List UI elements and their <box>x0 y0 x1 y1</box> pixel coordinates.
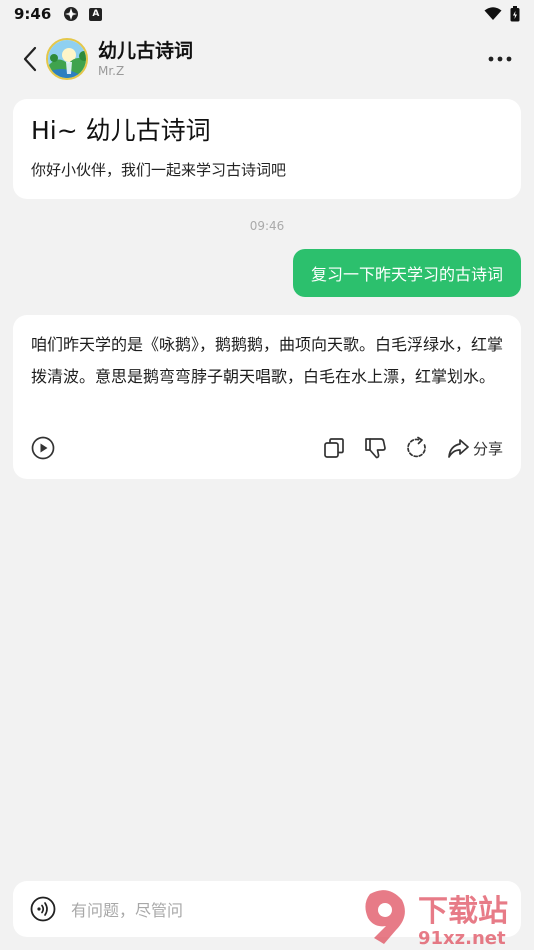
bot-avatar[interactable] <box>46 38 88 80</box>
app-notification-icon <box>64 7 79 21</box>
refresh-icon <box>407 436 426 458</box>
voice-input-button[interactable] <box>29 895 57 923</box>
watermark-brand: 下载站 <box>418 894 508 929</box>
welcome-card: Hi~ 幼儿古诗词 你好小伙伴，我们一起来学习古诗词吧 <box>13 99 521 199</box>
share-icon <box>448 439 469 458</box>
wifi-icon <box>484 7 502 20</box>
message-timestamp: 09:46 <box>249 219 285 233</box>
welcome-greeting: Hi~ 幼儿古诗词 <box>31 116 211 145</box>
status-time: 9:46 <box>14 5 52 23</box>
share-label: 分享 <box>472 439 503 458</box>
battery-icon <box>510 6 520 22</box>
share-button[interactable]: 分享 <box>447 433 503 463</box>
answer-text[interactable]: 咱们昨天学的是《咏鹅》，鹅鹅鹅，曲项向天歌。白毛浮绿水，红掌拨清波。意思是鹅弯弯… <box>31 329 503 393</box>
copy-icon <box>324 438 344 458</box>
chat-title: 幼儿古诗词 <box>98 40 194 62</box>
dislike-button[interactable] <box>363 433 387 463</box>
site-watermark: 下载站 91xz.net <box>360 886 530 949</box>
answer-actions: 分享 <box>31 433 503 463</box>
voice-icon <box>30 896 56 922</box>
play-audio-button[interactable] <box>31 433 55 463</box>
chat-header: 幼儿古诗词 Mr.Z <box>0 28 534 90</box>
more-options-button[interactable] <box>484 43 516 75</box>
copy-button[interactable] <box>323 433 345 463</box>
watermark-logo-icon: 下载站 91xz.net <box>365 890 508 949</box>
welcome-subtext: 你好小伙伴，我们一起来学习古诗词吧 <box>31 161 287 179</box>
message-input-placeholder[interactable]: 有问题，尽管问 <box>71 897 183 921</box>
play-circle-icon <box>31 436 55 460</box>
user-message-bubble[interactable]: 复习一下昨天学习的古诗词 <box>292 249 521 297</box>
a-badge-icon: A <box>89 7 103 21</box>
watermark-domain: 91xz.net <box>418 928 506 948</box>
landscape-avatar-icon <box>48 40 86 78</box>
status-bar: 9:46 A <box>0 0 534 28</box>
thumbs-down-icon <box>365 438 386 459</box>
regenerate-button[interactable] <box>405 433 429 463</box>
more-horizontal-icon <box>488 56 512 62</box>
answer-card: 咱们昨天学的是《咏鹅》，鹅鹅鹅，曲项向天歌。白毛浮绿水，红掌拨清波。意思是鹅弯弯… <box>13 315 521 479</box>
chevron-left-icon <box>23 46 37 72</box>
chat-subtitle: Mr.Z <box>98 64 125 78</box>
